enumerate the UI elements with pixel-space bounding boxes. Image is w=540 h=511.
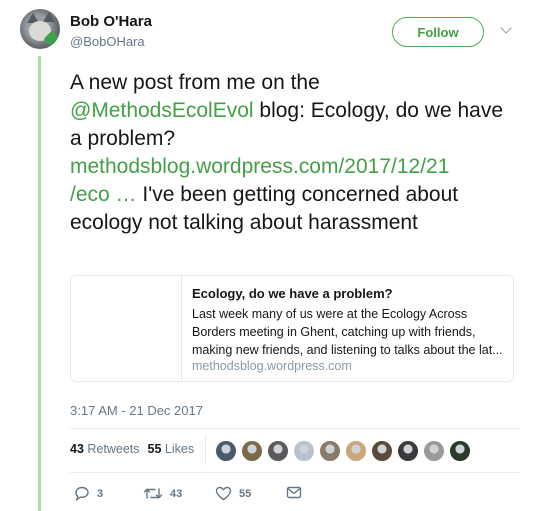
liker-avatar[interactable]: [345, 440, 367, 462]
direct-message-button[interactable]: [286, 486, 309, 499]
liker-avatar[interactable]: [397, 440, 419, 462]
chevron-down-icon[interactable]: [500, 22, 512, 34]
card-image: [71, 276, 182, 381]
avatar-ear-right: [43, 12, 55, 22]
reply-button[interactable]: 3: [74, 486, 103, 501]
follow-button[interactable]: Follow: [392, 17, 484, 47]
thread-line: [38, 56, 41, 511]
likes-label: Likes: [164, 442, 195, 456]
liker-avatar[interactable]: [267, 440, 289, 462]
engagement-stats: 43 Retweets 55 Likes: [70, 442, 194, 456]
likes-stat[interactable]: 55 Likes: [148, 442, 195, 456]
url-link-line-1[interactable]: methodsblog.wordpress.com/2017/12/21: [70, 155, 449, 178]
author-handle[interactable]: @BobOHara: [70, 34, 145, 49]
link-card[interactable]: Ecology, do we have a problem? Last week…: [70, 275, 514, 382]
liker-avatars: [215, 440, 475, 462]
retweet-action-count: 43: [170, 487, 183, 500]
card-description: Last week many of us were at the Ecology…: [192, 307, 503, 357]
reply-icon: [75, 486, 89, 501]
heart-icon: [215, 486, 232, 501]
stats-divider: [205, 435, 206, 465]
liker-avatar[interactable]: [449, 440, 471, 462]
liker-avatar[interactable]: [293, 440, 315, 462]
author-name[interactable]: Bob O'Hara: [70, 13, 152, 30]
timestamp[interactable]: 3:17 AM - 21 Dec 2017: [70, 403, 203, 418]
tweet-text: A new post from me on the @MethodsEcolEvo…: [70, 69, 520, 237]
like-button[interactable]: 55: [215, 486, 251, 501]
envelope-icon: [286, 486, 302, 499]
liker-avatar[interactable]: [241, 440, 263, 462]
divider: [70, 428, 520, 429]
mention-link[interactable]: @MethodsEcolEvol: [70, 99, 254, 122]
retweets-count: 43: [70, 442, 84, 456]
retweets-stat[interactable]: 43 Retweets: [70, 442, 140, 456]
liker-avatar[interactable]: [319, 440, 341, 462]
tweet-text-part-1: A new post from me on the: [70, 71, 320, 94]
likes-count: 55: [147, 442, 162, 456]
retweets-label: Retweets: [87, 442, 140, 456]
avatar[interactable]: [20, 9, 60, 49]
liker-avatar[interactable]: [215, 440, 237, 462]
card-title: Ecology, do we have a problem?: [192, 286, 393, 301]
card-url: methodsblog.wordpress.com: [192, 359, 352, 373]
retweet-icon: [143, 488, 163, 499]
retweet-button[interactable]: 43: [143, 486, 182, 501]
divider: [70, 472, 520, 473]
liker-avatar[interactable]: [423, 440, 445, 462]
liker-avatar[interactable]: [371, 440, 393, 462]
url-link-line-2[interactable]: /eco …: [70, 183, 137, 206]
like-action-count: 55: [239, 487, 252, 500]
reply-count: 3: [97, 487, 104, 500]
